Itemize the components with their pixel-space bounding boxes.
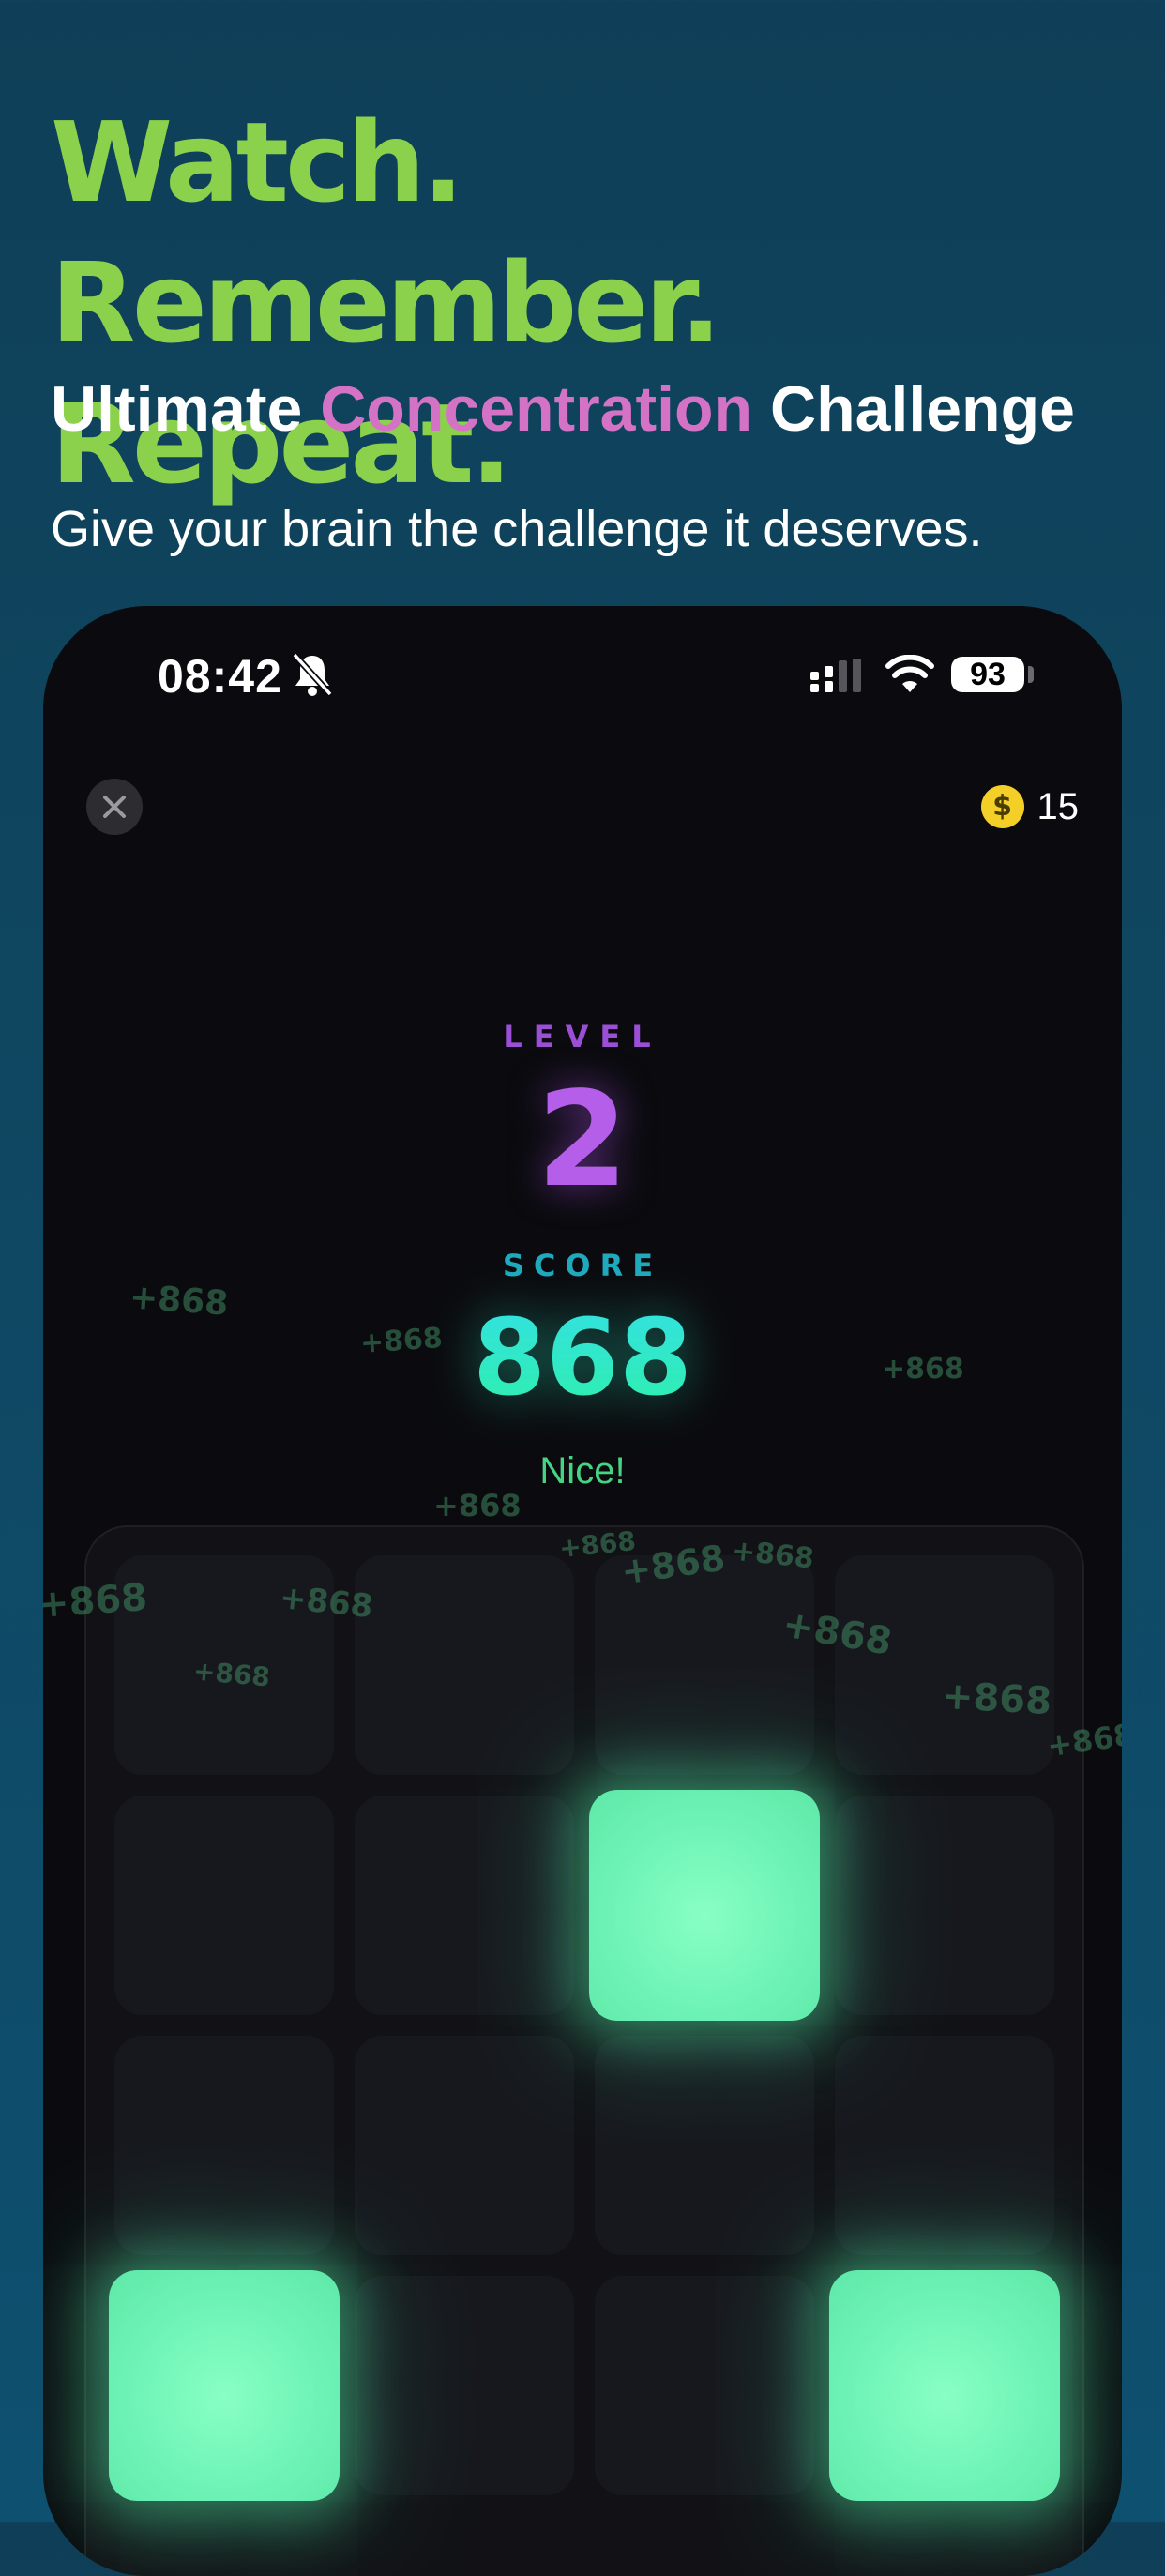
score-label: SCORE (502, 1248, 663, 1283)
subtitle: Ultimate Concentration Challenge (51, 371, 1075, 447)
phone-screen: 08:42 93 $ 15 LEVEL 2 SCORE 868 Nice! +8… (43, 606, 1122, 2576)
floating-points: +868 (433, 1488, 522, 1523)
coin-count: 15 (1036, 785, 1080, 827)
level-value: 2 (537, 1064, 628, 1217)
wifi-icon (885, 655, 934, 692)
grid-tile-r3c2[interactable] (355, 2036, 574, 2255)
grid-tile-r1c4[interactable] (835, 1555, 1054, 1775)
coin-balance: $ 15 (980, 780, 1080, 833)
battery-tip (1028, 666, 1034, 683)
floating-points: +868 (882, 1353, 964, 1386)
grid-tile-r4c4-lit[interactable] (829, 2270, 1060, 2501)
grid-tile-r2c4[interactable] (835, 1796, 1054, 2015)
close-icon (103, 796, 126, 818)
grid-tile-r1c2[interactable] (355, 1555, 574, 1775)
floating-points: +868 (128, 1278, 230, 1324)
coin-icon: $ (980, 785, 1024, 828)
floating-points: +868 (191, 1655, 272, 1693)
grid-tile-r4c2[interactable] (355, 2276, 574, 2495)
subtitle-prefix: Ultimate (51, 373, 321, 445)
grid-tile-r2c3-lit[interactable] (589, 1790, 820, 2021)
floating-points: +868 (43, 1575, 149, 1628)
headline: Watch. Remember. Repeat. (51, 98, 722, 508)
level-label: LEVEL (503, 1019, 662, 1054)
subtitle-suffix: Challenge (752, 373, 1075, 445)
tagline: Give your brain the challenge it deserve… (51, 501, 983, 557)
grid-tile-r4c3[interactable] (595, 2276, 814, 2495)
grid-tile-r3c3[interactable] (595, 2036, 814, 2255)
status-bar: 08:42 93 (43, 606, 1122, 756)
grid-tile-r3c1[interactable] (114, 2036, 334, 2255)
close-button[interactable] (86, 779, 143, 835)
bell-slash-icon (292, 652, 333, 697)
status-time: 08:42 (158, 650, 282, 703)
subtitle-accent: Concentration (320, 373, 753, 445)
grid-tile-r3c4[interactable] (835, 2036, 1054, 2255)
battery-indicator: 93 (951, 657, 1024, 692)
feedback-text: Nice! (539, 1450, 626, 1492)
cellular-signal-icon (810, 659, 861, 692)
grid-tile-r2c1[interactable] (114, 1796, 334, 2015)
floating-points: +868 (940, 1674, 1053, 1724)
grid-tile-r2c2[interactable] (355, 1796, 574, 2015)
grid-tile-r4c1-lit[interactable] (109, 2270, 340, 2501)
floating-points: +868 (358, 1321, 444, 1361)
